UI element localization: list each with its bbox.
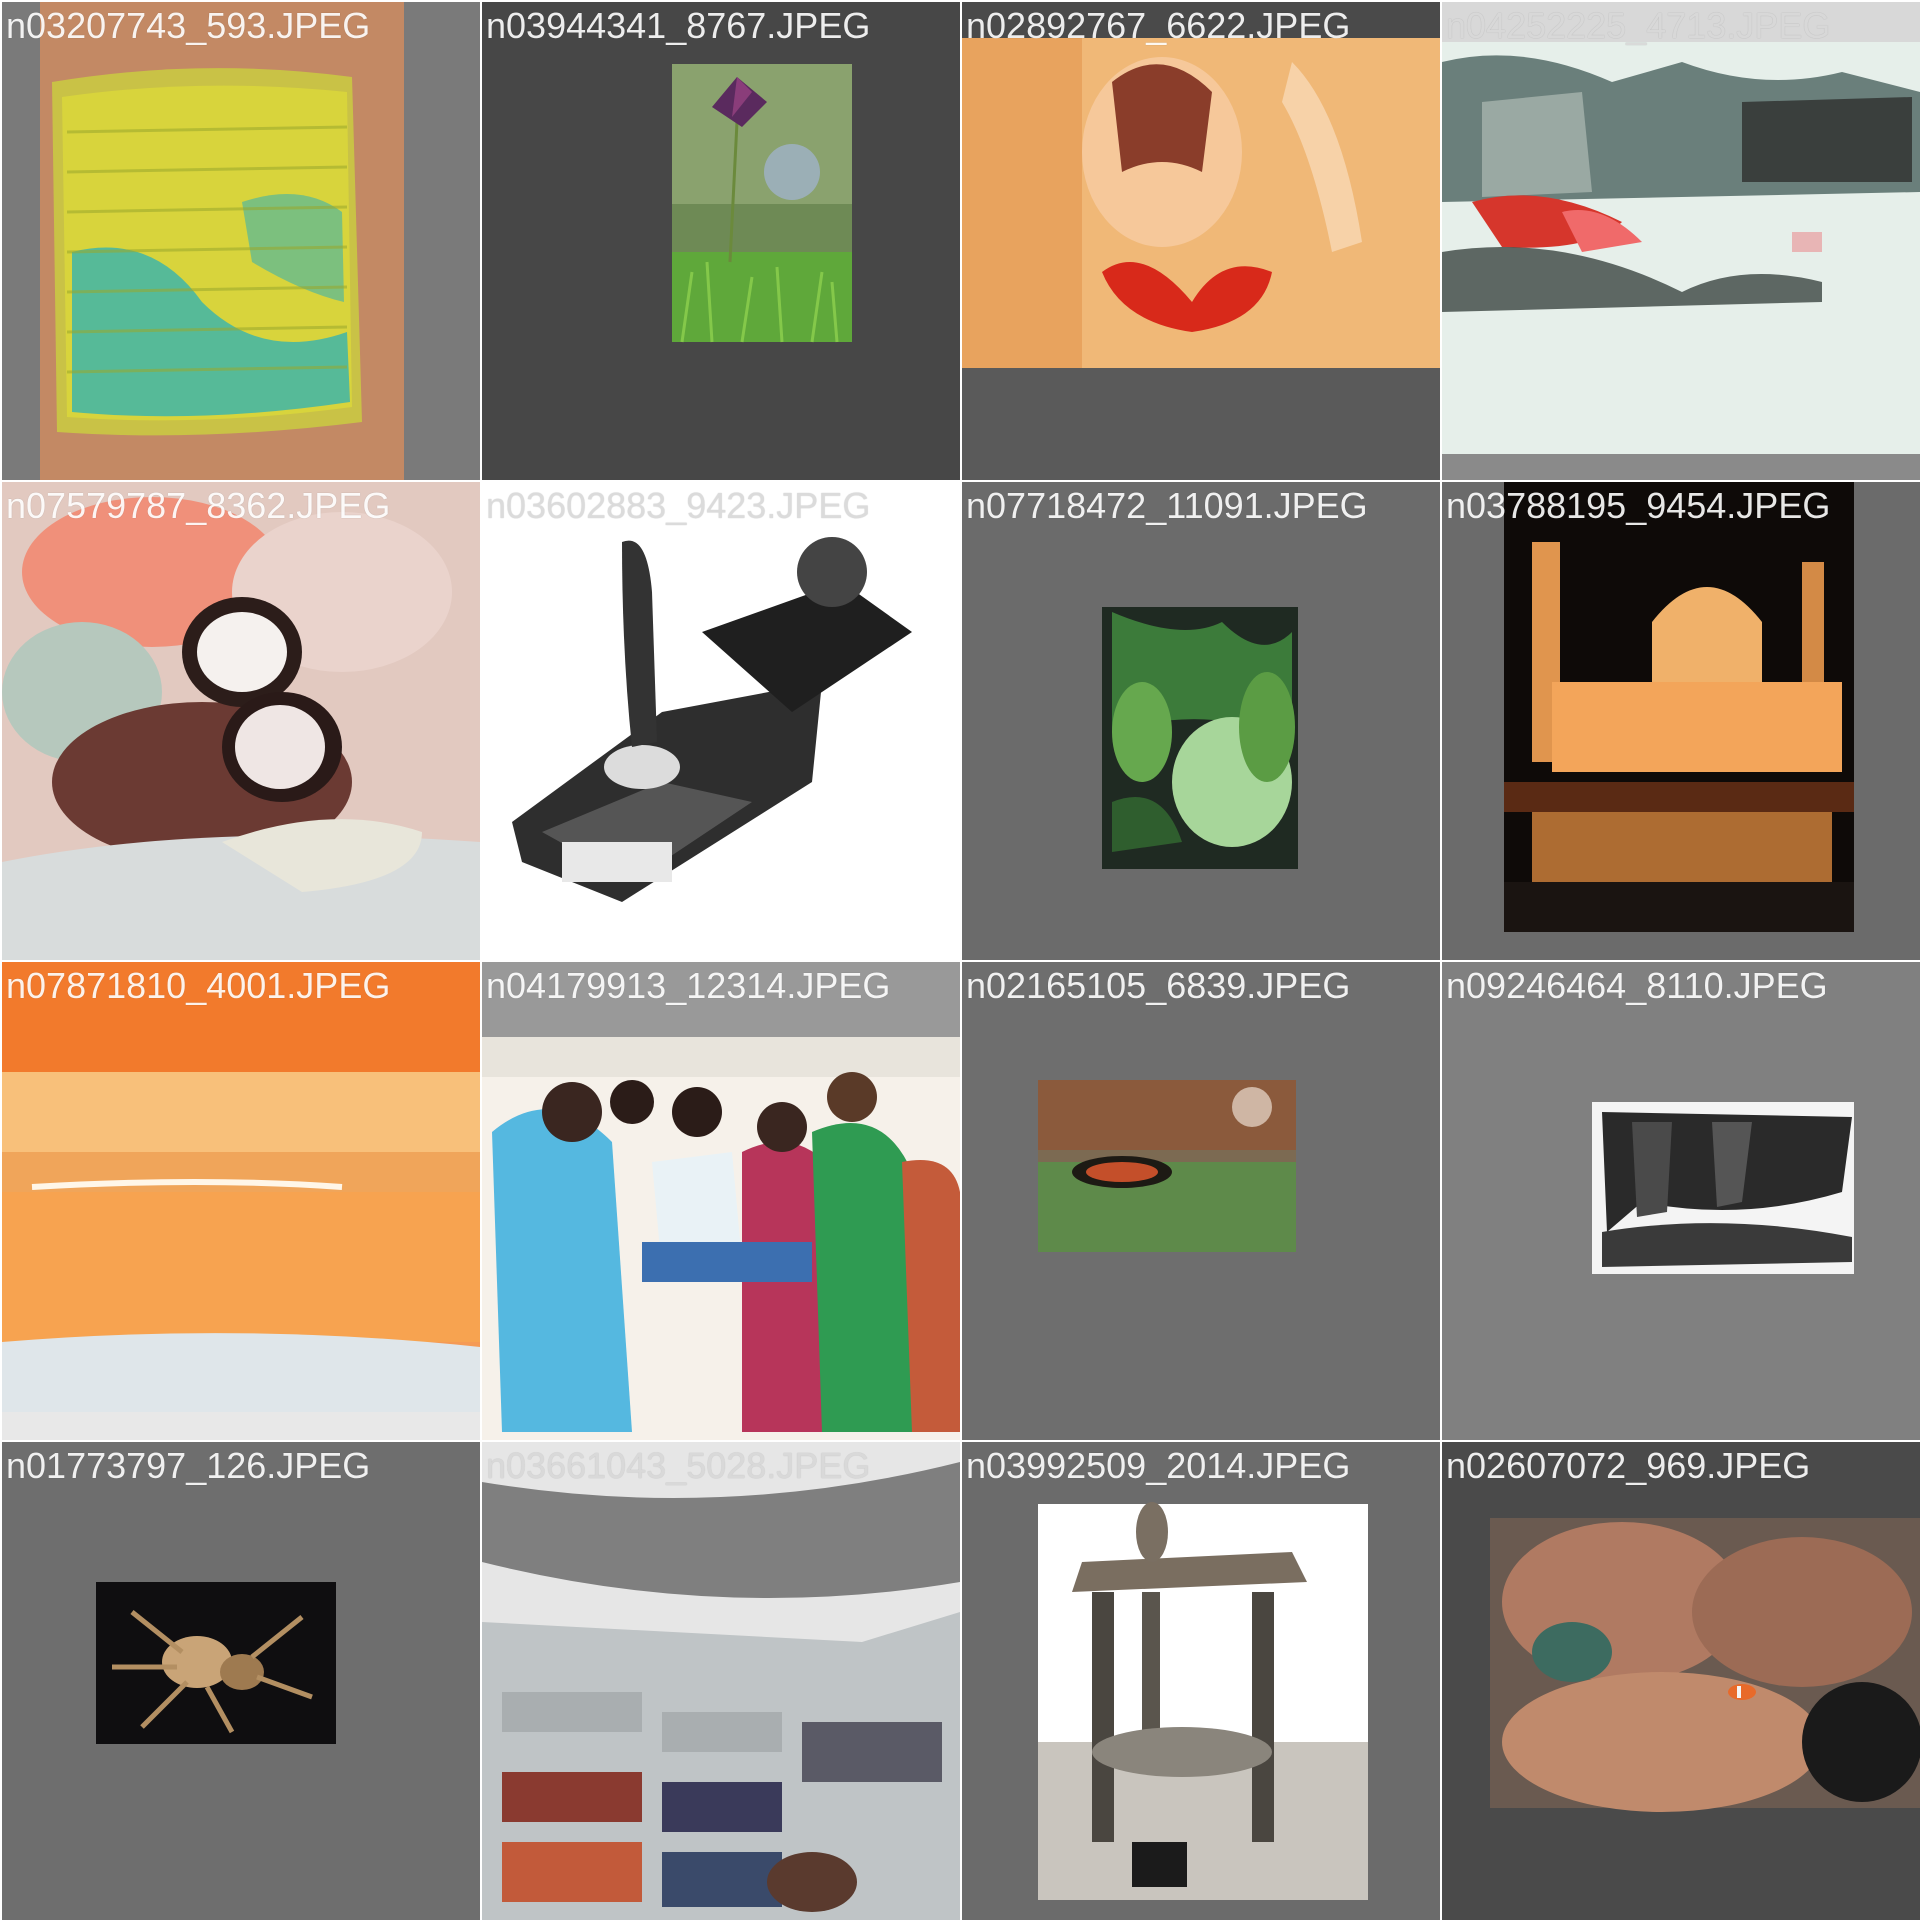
- pastry-image: [2, 962, 480, 1412]
- dishcloth-image: [40, 2, 404, 480]
- snowplow-image: [1442, 2, 1920, 454]
- image-tile: n01773797_126.JPEG: [2, 1442, 480, 1920]
- image-filename-label: n09246464_8110.JPEG: [1446, 965, 1828, 1006]
- image-tile: n02607072_969.JPEG: [1442, 1442, 1920, 1920]
- joystick-trophy-image: [482, 482, 960, 960]
- image-filename-label: n03602883_9423.JPEG: [486, 485, 871, 526]
- image-tile: n03788195_9454.JPEG: [1442, 482, 1920, 960]
- image-filename-label: n07871810_4001.JPEG: [6, 965, 391, 1006]
- bikini-figure-image: [962, 2, 1440, 368]
- image-tile: n07871810_4001.JPEG: [2, 962, 480, 1440]
- image-filename-label: n02165105_6839.JPEG: [966, 965, 1351, 1006]
- library-image: [482, 1442, 960, 1920]
- image-tile: n04179913_12314.JPEG: [482, 962, 960, 1440]
- mosque-image: [1504, 482, 1854, 932]
- image-tile: n04252225_4713.JPEG: [1442, 2, 1920, 480]
- image-filename-label: n04179913_12314.JPEG: [486, 965, 891, 1006]
- plated-food-image: [2, 482, 480, 960]
- image-filename-label: n02607072_969.JPEG: [1446, 1445, 1811, 1486]
- image-tile: n03661043_5028.JPEG: [482, 1442, 960, 1920]
- image-filename-label: n03207743_593.JPEG: [6, 5, 371, 46]
- image-filename-label: n03944341_8767.JPEG: [486, 5, 871, 46]
- image-tile: n03207743_593.JPEG: [2, 2, 480, 480]
- image-tile: n03944341_8767.JPEG: [482, 2, 960, 480]
- beetle-image: [1038, 1080, 1296, 1252]
- image-grid: n03207743_593.JPEG n03944341_8767.JPEG n…: [0, 0, 1920, 1920]
- image-filename-label: n04252225_4713.JPEG: [1446, 5, 1831, 46]
- image-tile: n07579787_8362.JPEG: [2, 482, 480, 960]
- image-filename-label: n03992509_2014.JPEG: [966, 1445, 1351, 1486]
- image-tile: n02892767_6622.JPEG: [962, 2, 1440, 480]
- image-filename-label: n01773797_126.JPEG: [6, 1445, 371, 1486]
- pinwheel-flower-image: [672, 64, 852, 343]
- image-filename-label: n07579787_8362.JPEG: [6, 485, 391, 526]
- image-tile: n09246464_8110.JPEG: [1442, 962, 1920, 1440]
- ceremony-image: [482, 1037, 960, 1440]
- spider-image: [96, 1582, 336, 1744]
- image-tile: n03602883_9423.JPEG: [482, 482, 960, 960]
- cliff-image: [1592, 1102, 1854, 1274]
- image-filename-label: n03661043_5028.JPEG: [486, 1445, 871, 1486]
- potters-wheel-image: [1038, 1502, 1368, 1900]
- image-filename-label: n03788195_9454.JPEG: [1446, 485, 1831, 526]
- clownfish-image: [1490, 1518, 1920, 1812]
- image-filename-label: n07718472_11091.JPEG: [966, 485, 1368, 526]
- image-tile: n07718472_11091.JPEG: [962, 482, 1440, 960]
- image-filename-label: n02892767_6622.JPEG: [966, 5, 1351, 46]
- image-tile: n03992509_2014.JPEG: [962, 1442, 1440, 1920]
- cucumber-plant-image: [1102, 607, 1298, 869]
- image-tile: n02165105_6839.JPEG: [962, 962, 1440, 1440]
